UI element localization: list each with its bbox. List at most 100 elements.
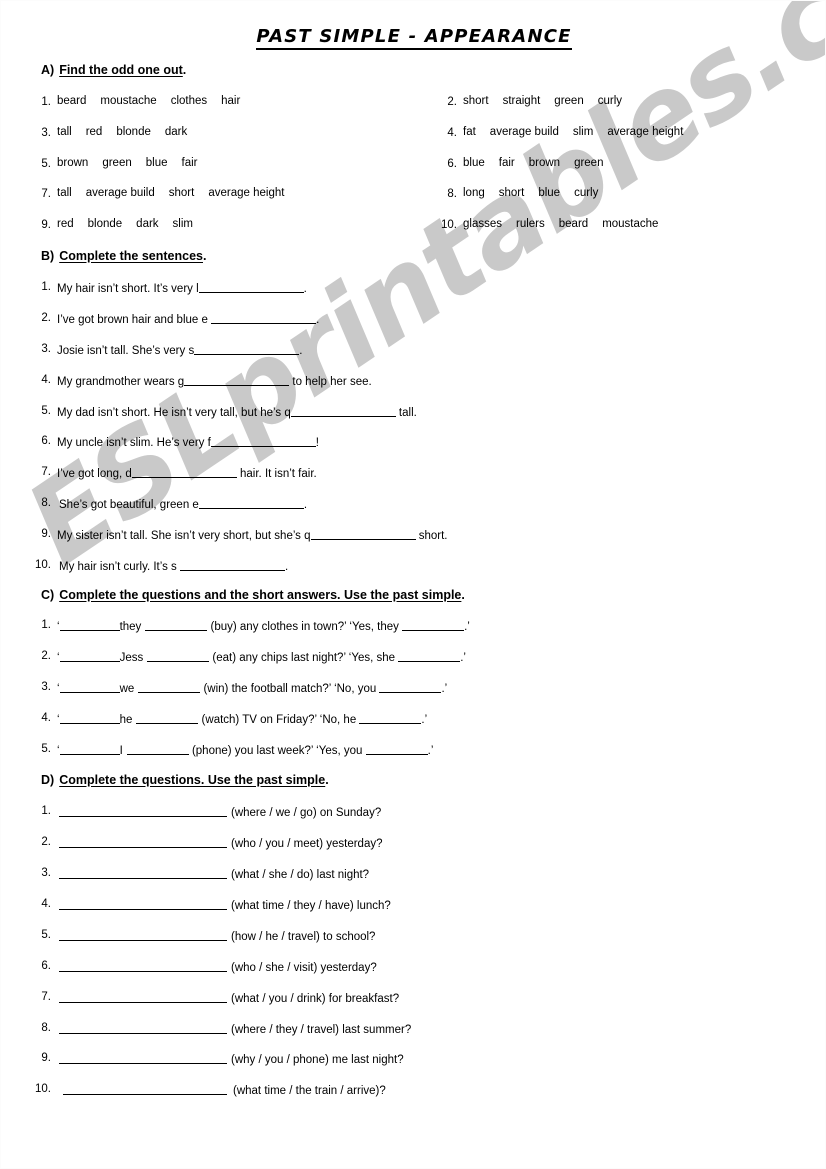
fill-in-blank[interactable] — [365, 743, 428, 755]
list-item: She’s got beautiful, green e. — [59, 497, 307, 512]
fill-in-blank[interactable] — [198, 497, 304, 509]
fill-in-blank[interactable] — [180, 559, 285, 571]
sentence-suffix: . — [299, 345, 303, 357]
fill-in-blank[interactable] — [59, 929, 227, 941]
list-item: I’ve got long, d hair. It isn’t fair. — [57, 466, 317, 481]
worksheet-page: ESLprintables.com PAST SIMPLE - APPEARAN… — [0, 0, 826, 1169]
fill-in-blank[interactable] — [59, 991, 227, 1003]
quote-close: .’ — [464, 621, 470, 633]
fill-in-blank[interactable] — [147, 650, 210, 662]
list-item: My uncle isn’t slim. He’s very f! — [57, 435, 319, 450]
list-number: 10. — [441, 219, 457, 231]
word: fair — [181, 157, 198, 169]
fill-in-blank[interactable] — [59, 712, 120, 724]
fill-in-blank[interactable] — [136, 712, 199, 724]
fill-in-blank[interactable] — [379, 681, 442, 693]
word: brown — [528, 157, 561, 169]
fill-in-blank[interactable] — [194, 343, 300, 355]
fill-in-blank[interactable] — [184, 374, 290, 386]
fill-in-blank[interactable] — [290, 405, 396, 417]
fill-in-blank[interactable] — [59, 867, 227, 879]
list-number: 2. — [447, 96, 457, 108]
fill-in-blank[interactable] — [198, 281, 304, 293]
fill-in-blank[interactable] — [59, 898, 227, 910]
prompt-text: (who / she / visit) yesterday? — [231, 962, 377, 974]
word: long — [463, 187, 485, 199]
list-item: (where / we / go) on Sunday? — [59, 805, 381, 820]
fill-in-blank[interactable] — [59, 836, 227, 848]
list-number: 3. — [41, 681, 51, 693]
word: moustache — [602, 218, 659, 230]
list-number: 1. — [41, 96, 51, 108]
fill-in-blank[interactable] — [59, 681, 120, 693]
list-number: 1. — [41, 619, 51, 631]
fill-in-blank[interactable] — [59, 619, 120, 631]
sentence-suffix: . — [303, 283, 307, 295]
word: blonde — [116, 126, 151, 138]
list-item: My hair isn’t short. It’s very l. — [57, 281, 307, 296]
list-item: (why / you / phone) me last night? — [59, 1052, 404, 1067]
sentence-prefix: My hair isn’t curly. It’s s — [59, 561, 180, 573]
sentence-middle: (watch) TV on Friday?’ ‘No, he — [198, 714, 360, 726]
word: glasses — [463, 218, 502, 230]
word: curly — [597, 95, 622, 107]
word: slim — [572, 126, 594, 138]
fill-in-blank[interactable] — [59, 743, 120, 755]
sentence-prefix: She’s got beautiful, green e — [59, 499, 199, 511]
quote-close: .’ — [421, 714, 428, 726]
fill-in-blank[interactable] — [310, 528, 416, 540]
list-item: My dad isn’t short. He isn’t very tall, … — [57, 405, 417, 420]
list-number: 8. — [447, 188, 457, 200]
fill-in-blank[interactable] — [59, 805, 227, 817]
section-c-heading-period: . — [461, 588, 465, 602]
sentence-prefix: My hair isn’t short. It’s very l — [57, 283, 199, 295]
section-d-heading: D) Complete the questions. Use the past s… — [41, 773, 329, 787]
fill-in-blank[interactable] — [59, 1022, 227, 1034]
list-number: 4. — [447, 127, 457, 139]
list-item: Josie isn’t tall. She’s very s. — [57, 343, 302, 358]
list-item: long short blue curly — [463, 187, 599, 200]
fill-in-blank[interactable] — [126, 743, 189, 755]
list-item: brown green blue fair — [57, 157, 198, 170]
word: curly — [574, 187, 599, 199]
list-number: 5. — [41, 743, 51, 755]
word: blue — [463, 157, 485, 169]
prompt-text: (why / you / phone) me last night? — [231, 1054, 404, 1066]
list-item: ‘Jess (eat) any chips last night?’ ‘Yes,… — [57, 650, 466, 665]
fill-in-blank[interactable] — [145, 619, 208, 631]
list-item: (how / he / travel) to school? — [59, 929, 375, 944]
list-item: I’ve got brown hair and blue e . — [57, 312, 319, 327]
list-item: beard moustache clothes hair — [57, 95, 240, 108]
fill-in-blank[interactable] — [138, 681, 201, 693]
fill-in-blank[interactable] — [398, 650, 461, 662]
word: green — [554, 95, 584, 107]
section-c-label: C) — [41, 588, 55, 602]
subject: they — [119, 621, 142, 633]
section-b-heading-period: . — [203, 249, 207, 263]
word: average height — [208, 187, 285, 199]
fill-in-blank[interactable] — [402, 619, 465, 631]
word: dark — [136, 218, 159, 230]
word: moustache — [100, 95, 157, 107]
sentence-middle: (eat) any chips last night?’ ‘Yes, she — [209, 652, 399, 664]
fill-in-blank[interactable] — [359, 712, 422, 724]
list-number: 8. — [41, 497, 51, 509]
fill-in-blank[interactable] — [59, 1052, 227, 1064]
fill-in-blank[interactable] — [131, 466, 237, 478]
fill-in-blank[interactable] — [211, 312, 317, 324]
fill-in-blank[interactable] — [63, 1083, 227, 1095]
list-item: ‘I (phone) you last week?’ ‘Yes, you .’ — [57, 743, 433, 758]
list-number: 9. — [41, 1052, 51, 1064]
word: rulers — [516, 218, 545, 230]
list-number: 4. — [41, 898, 51, 910]
word: average build — [489, 126, 559, 138]
list-number: 3. — [41, 867, 51, 879]
sentence-suffix: . — [316, 314, 320, 326]
fill-in-blank[interactable] — [59, 960, 227, 972]
word: brown — [57, 157, 89, 169]
list-number: 9. — [41, 528, 51, 540]
fill-in-blank[interactable] — [59, 650, 120, 662]
quote-close: .’ — [441, 683, 448, 695]
word: green — [574, 157, 604, 169]
fill-in-blank[interactable] — [210, 435, 316, 447]
